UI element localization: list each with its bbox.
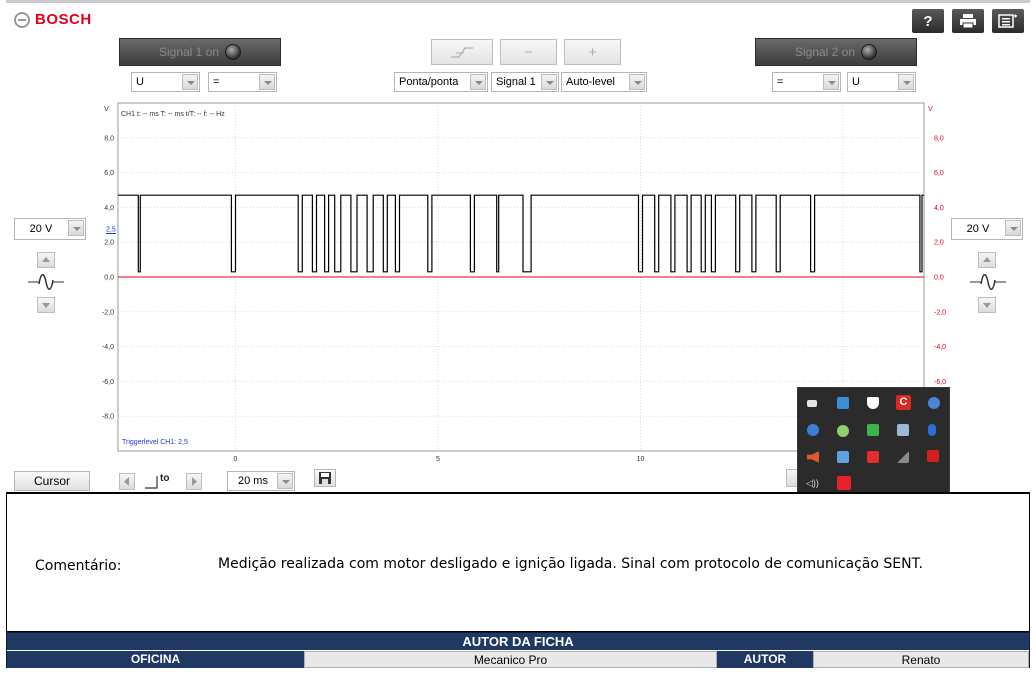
svg-text:to: to (160, 473, 169, 484)
cloud-icon[interactable] (837, 425, 849, 437)
y-tick-label: -8,0 (102, 414, 114, 421)
timebase-select[interactable]: 20 ms (227, 471, 295, 491)
right-y-tick-label: 4,0 (934, 205, 944, 212)
right-y-tick-label: -6,0 (934, 379, 946, 386)
volume-icon[interactable]: ◁)) (806, 478, 824, 488)
shield-icon[interactable] (867, 397, 879, 409)
y-tick-label: 2,0 (104, 240, 114, 247)
cursor-button[interactable]: Cursor (14, 471, 90, 491)
right-y-tick-label: -4,0 (934, 344, 946, 351)
save-icon (319, 472, 331, 484)
pdf-icon[interactable] (927, 450, 939, 462)
y-tick-label: -2,0 (102, 309, 114, 316)
workshop-value: Mecanico Pro (304, 651, 717, 668)
y-tick-label: -4,0 (102, 344, 114, 351)
author-section: AUTOR DA FICHA OFICINA Mecanico Pro AUTO… (6, 632, 1030, 668)
trigger-level-text: Triggerlevel CH1: 2,5 (122, 439, 188, 446)
comment-label: Comentário: (35, 558, 122, 574)
y-tick-label: 6,0 (104, 170, 114, 177)
trigger-level-tick-label: 2,5 (106, 227, 116, 234)
right-y-unit: V (928, 106, 933, 113)
y-tick-label: 8,0 (104, 135, 114, 142)
trigger-left-button[interactable] (119, 473, 135, 490)
app-window: BOSCH ? Signal 1 on Signal 2 on − + U = … (0, 0, 1036, 675)
right-y-tick-label: 8,0 (934, 135, 944, 142)
author-row: OFICINA Mecanico Pro AUTOR Renato (7, 651, 1029, 668)
display-icon[interactable] (867, 424, 879, 436)
update-icon[interactable] (807, 424, 819, 436)
right-y-tick-label: 2,0 (934, 240, 944, 247)
network-drive-icon[interactable] (837, 397, 849, 409)
author-label: AUTOR (717, 651, 813, 668)
chart-header: CH1 t: -- ms T: -- ms t/T: -- f: -- Hz (121, 111, 225, 118)
timebase-value: 20 ms (238, 475, 268, 487)
chevron-down-icon (277, 473, 293, 489)
save-button[interactable] (314, 469, 336, 487)
comment-text: Medição realizada com motor desligado e … (218, 556, 923, 572)
oscilloscope-panel: BOSCH ? Signal 1 on Signal 2 on − + U = … (6, 0, 1030, 495)
y-tick-label: -6,0 (102, 379, 114, 386)
speaker-muted-icon[interactable] (807, 451, 819, 463)
battery-icon[interactable] (807, 400, 817, 407)
right-y-tick-label: 6,0 (934, 170, 944, 177)
trigger-position-icon: to (145, 473, 169, 489)
right-y-tick-label: -2,0 (934, 309, 946, 316)
wifi-icon[interactable] (897, 451, 909, 463)
right-y-tick-label: 0,0 (934, 275, 944, 282)
settings-sync-icon[interactable] (897, 424, 909, 436)
x-tick-label: 5 (436, 456, 440, 463)
trigger-right-button[interactable] (186, 473, 202, 490)
y-tick-label: 0,0 (104, 275, 114, 282)
left-y-unit: V (104, 106, 109, 113)
y-tick-label: 4,0 (104, 205, 114, 212)
comment-section: Comentário: Medição realizada com motor … (6, 492, 1030, 632)
ccleaner-icon[interactable]: C (896, 395, 911, 410)
workshop-label: OFICINA (7, 651, 304, 668)
author-value: Renato (813, 651, 1029, 668)
record-icon[interactable] (867, 451, 879, 463)
system-tray-popup: C ◁)) (797, 387, 950, 495)
search-app-icon[interactable] (837, 476, 851, 490)
x-tick-label: 0 (234, 456, 238, 463)
x-tick-label: 10 (637, 456, 645, 463)
link-icon[interactable] (928, 397, 940, 409)
author-title: AUTOR DA FICHA (7, 633, 1029, 650)
cloud-upload-icon[interactable] (837, 451, 849, 463)
bluetooth-icon[interactable] (928, 424, 936, 436)
